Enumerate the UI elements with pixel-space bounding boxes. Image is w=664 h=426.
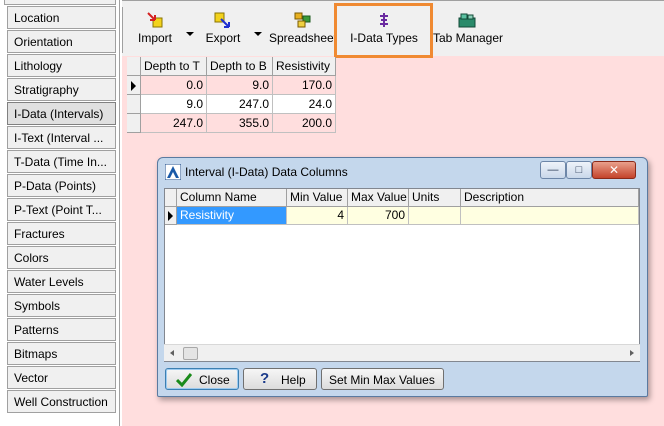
column-name-cell[interactable]: Resistivity [177,207,287,225]
scroll-left-icon[interactable] [170,350,174,356]
grid-cell[interactable]: 24.0 [273,95,336,114]
description-cell[interactable] [461,207,639,225]
sidebar: Location Orientation Lithology Stratigra… [0,0,120,426]
window-close-button[interactable]: ✕ [592,161,636,179]
export-dropdown-arrow-icon[interactable] [254,32,262,36]
column-header-min[interactable]: Min Value [287,189,348,207]
sidebar-item-p-data[interactable]: P-Data (Points) [7,174,116,197]
grid-header-depth-top[interactable]: Depth to T [141,57,207,76]
units-cell[interactable] [409,207,461,225]
toolbar-divider [122,7,123,53]
tab-manager-label: Tab Manager [432,31,504,45]
help-icon: ? [260,370,270,387]
dialog-title: Interval (I-Data) Data Columns [185,165,348,179]
import-button[interactable]: Import [134,9,176,49]
spreadsheet-icon [294,12,311,28]
close-icon: ✕ [608,163,620,177]
columns-grid-corner [165,189,177,207]
column-header-name[interactable]: Column Name [177,189,287,207]
current-row-pointer-icon [168,211,173,221]
intervals-grid[interactable]: Depth to T Depth to B Resistivity 0.0 9.… [127,57,337,135]
max-value-cell[interactable]: 700 [348,207,409,225]
import-icon [147,12,163,28]
scrollbar-thumb[interactable] [183,347,198,360]
close-button[interactable]: Close [165,368,239,390]
grid-cell[interactable]: 355.0 [207,114,273,133]
grid-cell[interactable]: 200.0 [273,114,336,133]
sidebar-item-well-construction[interactable]: Well Construction [7,390,116,413]
grid-cell[interactable]: 170.0 [273,76,336,95]
checkmark-icon [176,373,192,387]
column-header-units[interactable]: Units [409,189,461,207]
help-button[interactable]: ? Help [243,368,317,390]
data-columns-dialog: Interval (I-Data) Data Columns — □ ✕ Col… [157,157,648,397]
set-min-max-values-button[interactable]: Set Min Max Values [321,368,444,390]
maximize-icon: □ [575,164,583,176]
sidebar-item-colors[interactable]: Colors [7,246,116,269]
grid-row-indicator[interactable] [127,95,141,114]
sidebar-item-t-data[interactable]: T-Data (Time In... [7,150,116,173]
import-label: Import [137,31,172,45]
horizontal-scrollbar[interactable] [164,344,640,361]
tab-manager-icon [458,13,476,28]
sidebar-item-water-levels[interactable]: Water Levels [7,270,116,293]
column-header-description[interactable]: Description [461,189,639,207]
minimize-icon: — [547,164,559,176]
sidebar-top-strip [4,0,116,5]
tab-manager-button[interactable]: Tab Manager [431,9,505,49]
grid-row-indicator[interactable] [127,76,141,95]
sidebar-item-vector[interactable]: Vector [7,366,116,389]
grid-cell[interactable]: 247.0 [141,114,207,133]
app-logo-icon [165,164,181,180]
grid-cell[interactable]: 247.0 [207,95,273,114]
grid-header-resistivity[interactable]: Resistivity [273,57,336,76]
grid-cell[interactable]: 9.0 [207,76,273,95]
grid-cell[interactable]: 0.0 [141,76,207,95]
sidebar-item-patterns[interactable]: Patterns [7,318,116,341]
sidebar-item-symbols[interactable]: Symbols [7,294,116,317]
import-dropdown-arrow-icon[interactable] [186,32,194,36]
columns-grid[interactable]: Column Name Min Value Max Value Units De… [164,188,640,362]
idata-types-highlight [334,3,433,58]
columns-row-indicator[interactable] [165,207,177,225]
help-button-label: Help [281,373,306,387]
export-button[interactable]: Export [202,9,244,49]
close-button-label: Close [199,373,230,387]
grid-corner [127,57,141,76]
sidebar-item-i-data[interactable]: I-Data (Intervals) [7,102,116,125]
maximize-button[interactable]: □ [566,161,592,179]
spreadsheet-label: Spreadsheet [268,31,338,45]
grid-row-indicator[interactable] [127,114,141,133]
sidebar-item-i-text[interactable]: I-Text (Interval ... [7,126,116,149]
sidebar-item-bitmaps[interactable]: Bitmaps [7,342,116,365]
export-icon [214,12,230,28]
sidebar-item-fractures[interactable]: Fractures [7,222,116,245]
min-value-cell[interactable]: 4 [287,207,348,225]
sidebar-item-stratigraphy[interactable]: Stratigraphy [7,78,116,101]
sidebar-item-location[interactable]: Location [7,6,116,29]
column-header-max[interactable]: Max Value [348,189,409,207]
grid-header-depth-bottom[interactable]: Depth to B [207,57,273,76]
spreadsheet-button[interactable]: Spreadsheet [267,9,339,49]
scroll-right-icon[interactable] [630,350,634,356]
grid-cell[interactable]: 9.0 [141,95,207,114]
export-label: Export [205,31,241,45]
sidebar-item-lithology[interactable]: Lithology [7,54,116,77]
sidebar-item-orientation[interactable]: Orientation [7,30,116,53]
toolbar: Import Export Spreadsheet I-Data Types T… [122,0,664,58]
minimize-button[interactable]: — [540,161,566,179]
current-row-pointer-icon [131,81,136,91]
set-min-max-values-label: Set Min Max Values [329,373,435,387]
sidebar-item-p-text[interactable]: P-Text (Point T... [7,198,116,221]
